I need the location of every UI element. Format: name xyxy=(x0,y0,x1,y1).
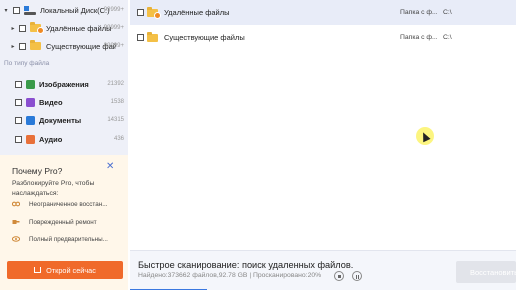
cart-icon xyxy=(34,267,42,273)
file-path: Папка с ф... xyxy=(400,9,438,16)
video-icon xyxy=(26,97,35,107)
pause-scan-button[interactable] xyxy=(352,271,362,281)
file-name: Существующие файлы xyxy=(164,33,245,42)
folder-deleted-icon xyxy=(30,22,44,34)
collapse-arrow-icon[interactable]: ▾ xyxy=(3,7,9,14)
file-list-panel: Удалённые файлы Папка с ф... C:\ Существ… xyxy=(130,0,516,290)
pro-promo-panel: ✕ Почему Pro? Разблокируйте Pro, чтобы н… xyxy=(0,155,128,290)
tree-item-existing-files[interactable]: ▸ Существующие фай... 99999+ xyxy=(0,36,128,56)
type-item-count: 21392 xyxy=(107,81,124,87)
promo-feature-label: Неограниченное восстан... xyxy=(29,200,108,208)
checkbox[interactable] xyxy=(19,24,26,32)
checkbox[interactable] xyxy=(19,42,26,50)
scan-status-bar: Быстрое сканирование: поиск удаленных фа… xyxy=(130,250,516,290)
drive-icon xyxy=(24,5,36,15)
order-now-label: Открой сейчас xyxy=(46,265,96,275)
tree-item-label: Удалённые файлы xyxy=(46,23,112,33)
promo-title: Почему Pro? xyxy=(12,166,63,176)
file-name: Удалённые файлы xyxy=(164,8,230,17)
audio-icon xyxy=(26,134,35,144)
promo-feature: Поврежденный ремонт xyxy=(12,216,97,228)
promo-subtitle: Разблокируйте Pro, чтобы наслаждаться: xyxy=(12,180,95,197)
checkbox[interactable] xyxy=(137,9,144,16)
file-drive: C:\ xyxy=(443,34,452,41)
promo-feature-label: Полный предварительны... xyxy=(29,235,108,243)
type-item-images[interactable]: Изображения 21392 xyxy=(0,74,128,94)
repair-icon xyxy=(12,220,20,224)
tree-item-count: 99999+ xyxy=(103,43,124,49)
type-item-count: 436 xyxy=(113,136,124,142)
type-item-video[interactable]: Видео 1538 xyxy=(0,92,128,112)
type-item-documents[interactable]: Документы 14315 xyxy=(0,110,128,130)
folder-deleted-icon xyxy=(147,6,161,19)
tree-item-count: 99999+ xyxy=(103,7,124,13)
expand-arrow-icon[interactable]: ▸ xyxy=(10,43,16,50)
folder-icon xyxy=(30,40,41,50)
eye-icon xyxy=(12,236,20,242)
tree-item-count: 99999+ xyxy=(103,25,124,31)
close-icon[interactable]: ✕ xyxy=(106,161,114,172)
folder-icon xyxy=(147,31,158,42)
promo-feature: Неограниченное восстан... xyxy=(12,198,107,210)
checkbox[interactable] xyxy=(13,6,20,14)
recover-label: Восстановить xyxy=(470,267,516,277)
file-drive: C:\ xyxy=(443,9,452,16)
sidebar: ▾ Локальный Диск(C:) 99999+ ▸ Удалённые … xyxy=(0,0,128,290)
checkbox[interactable] xyxy=(15,98,22,106)
type-item-label: Видео xyxy=(39,97,63,107)
tree-item-label: Локальный Диск(C:) xyxy=(40,5,110,15)
type-item-audio[interactable]: Аудио 436 xyxy=(0,129,128,149)
file-row-deleted[interactable]: Удалённые файлы Папка с ф... C:\ xyxy=(130,0,516,25)
checkbox[interactable] xyxy=(15,116,22,124)
type-item-count: 14315 xyxy=(107,117,124,123)
checkbox[interactable] xyxy=(15,135,22,143)
promo-feature: Полный предварительны... xyxy=(12,233,108,245)
file-row-existing[interactable]: Существующие файлы Папка с ф... C:\ xyxy=(130,25,516,50)
file-path: Папка с ф... xyxy=(400,34,438,41)
image-icon xyxy=(26,79,35,89)
type-item-count: 1538 xyxy=(110,99,124,105)
promo-feature-label: Поврежденный ремонт xyxy=(29,218,97,226)
checkbox[interactable] xyxy=(15,80,22,88)
type-item-label: Аудио xyxy=(39,134,63,144)
checkbox[interactable] xyxy=(137,34,144,41)
scan-status-title: Быстрое сканирование: поиск удаленных фа… xyxy=(138,260,354,270)
tree-item-deleted-files[interactable]: ▸ Удалённые файлы 99999+ xyxy=(0,18,128,38)
expand-arrow-icon[interactable]: ▸ xyxy=(10,25,16,32)
file-type-heading: По типу файла xyxy=(4,60,50,67)
tree-item-local-disk[interactable]: ▾ Локальный Диск(C:) 99999+ xyxy=(0,0,128,20)
document-icon xyxy=(26,115,35,125)
recover-button[interactable]: Восстановить xyxy=(456,261,516,283)
scan-status-detail: Найдено:373662 файлов,92.78 GB | Проскан… xyxy=(138,272,322,279)
type-item-label: Изображения xyxy=(39,79,89,89)
order-now-button[interactable]: Открой сейчас xyxy=(7,261,123,279)
type-item-label: Документы xyxy=(39,115,82,125)
infinity-icon xyxy=(12,201,20,207)
stop-scan-button[interactable] xyxy=(334,271,344,281)
